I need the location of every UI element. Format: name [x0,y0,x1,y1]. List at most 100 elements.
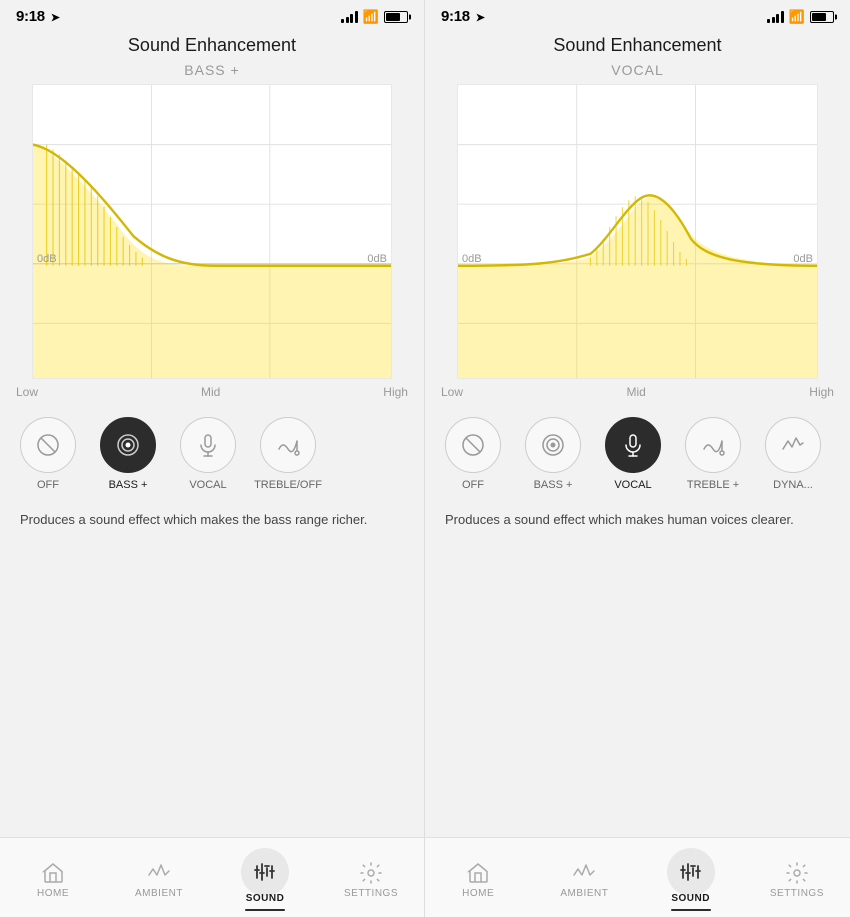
sound-icon-right [679,860,703,884]
bass-icon-circle-left [100,417,156,473]
status-icons-right: 📶 [767,9,834,25]
tab-sound-label-right: SOUND [671,893,710,904]
off-icon-circle-right [445,417,501,473]
sound-icon-left [253,860,277,884]
bass-label-left: BASS + [109,479,148,491]
treble-icon-right [699,431,727,459]
treble-label-right: TREBLE + [687,479,739,491]
signal-right [767,11,784,23]
time-right: 9:18 ➤ [441,8,485,25]
tab-ambient-right[interactable]: AMBIENT [544,859,624,901]
wifi-left: 📶 [363,9,379,25]
chart-left: 0dB 0dB [32,84,392,379]
page-title-right: Sound Enhancement [425,29,850,60]
bass-button-right[interactable]: BASS + [513,417,593,491]
bass-icon-circle-right [525,417,581,473]
chart-right: 0dB 0dB [457,84,818,379]
home-icon-right [466,861,490,885]
vocal-button-left[interactable]: VOCAL [168,417,248,491]
treble-button-right[interactable]: TREBLE + [673,417,753,491]
status-bar-right: 9:18 ➤ 📶 [425,0,850,29]
tab-active-indicator-left [245,909,285,911]
battery-left [384,11,408,23]
treble-label-left: TREBLE/OFF [254,479,322,491]
tab-home-right[interactable]: HOME [438,859,518,901]
tab-ambient-label-left: AMBIENT [135,888,183,899]
time-left: 9:18 ➤ [16,8,60,25]
status-icons-left: 📶 [341,9,408,25]
wifi-right: 📶 [789,9,805,25]
treble-button-left[interactable]: TREBLE/OFF [248,417,328,491]
dynamic-label-right: DYNA... [773,479,813,491]
high-label-right: High [809,385,834,399]
tab-ambient-left[interactable]: AMBIENT [119,859,199,901]
mid-label-right: Mid [626,385,645,399]
off-button-right[interactable]: OFF [433,417,513,491]
bass-button-left[interactable]: BASS + [88,417,168,491]
mode-label-left: BASS + [0,60,424,84]
description-right: Produces a sound effect which makes huma… [425,495,850,837]
treble-icon-circle-left [260,417,316,473]
icons-row-right: OFF BASS + VOCAL [425,399,850,495]
tab-sound-left[interactable]: SOUND [225,846,305,913]
freq-labels-right: Low Mid High [425,379,850,399]
off-label-right: OFF [462,479,484,491]
signal-left [341,11,358,23]
vocal-button-right[interactable]: VOCAL [593,417,673,491]
tab-home-left[interactable]: HOME [13,859,93,901]
chart-wrapper-left: 0dB 0dB [16,84,408,379]
tab-sound-circle-right [667,848,715,896]
tab-bar-left: HOME AMBIENT SOUND [0,837,424,917]
dynamic-icon-right [779,431,807,459]
battery-right [810,11,834,23]
bass-icon-right [539,431,567,459]
chart-svg-right [458,85,817,378]
icons-row-left: OFF BASS + VOCAL [0,399,424,495]
chart-wrapper-right: 0dB 0dB [441,84,834,379]
tab-sound-label-left: SOUND [246,893,285,904]
bass-label-right: BASS + [534,479,573,491]
tab-home-label-left: HOME [37,888,69,899]
bass-icon-left [114,431,142,459]
tab-settings-left[interactable]: SETTINGS [331,859,411,901]
vocal-icon-circle-right [605,417,661,473]
page-title-left: Sound Enhancement [0,29,424,60]
vocal-label-left: VOCAL [189,479,226,491]
dynamic-button-right[interactable]: DYNA... [753,417,833,491]
tab-bar-right: HOME AMBIENT SOUND [425,837,850,917]
left-panel: 9:18 ➤ 📶 Sound Enhancement BASS + [0,0,425,917]
treble-icon-circle-right [685,417,741,473]
0db-left-label: 0dB [37,253,57,265]
0db-right-label: 0dB [367,253,387,265]
vocal-icon-right [619,431,647,459]
0db-left-label-right: 0dB [462,253,482,265]
ambient-icon-right [572,861,596,885]
tab-settings-label-right: SETTINGS [770,888,824,899]
tab-home-label-right: HOME [462,888,494,899]
chart-svg-left [33,85,391,378]
tab-active-indicator-right [671,909,711,911]
right-panel: 9:18 ➤ 📶 Sound Enhancement VOCAL [425,0,850,917]
vocal-icon-circle-left [180,417,236,473]
tab-sound-circle-left [241,848,289,896]
settings-icon-right [785,861,809,885]
off-icon-left [34,431,62,459]
status-bar-left: 9:18 ➤ 📶 [0,0,424,29]
ambient-icon-left [147,861,171,885]
treble-icon-left [274,431,302,459]
0db-right-label-right: 0dB [793,253,813,265]
low-label-left: Low [16,385,38,399]
off-icon-right [459,431,487,459]
tab-sound-right[interactable]: SOUND [651,846,731,913]
vocal-icon-left [194,431,222,459]
off-button-left[interactable]: OFF [8,417,88,491]
tab-settings-right[interactable]: SETTINGS [757,859,837,901]
dynamic-icon-circle-right [765,417,821,473]
mode-label-right: VOCAL [425,60,850,84]
tab-settings-label-left: SETTINGS [344,888,398,899]
tab-ambient-label-right: AMBIENT [560,888,608,899]
vocal-label-right: VOCAL [614,479,651,491]
settings-icon-left [359,861,383,885]
high-label-left: High [383,385,408,399]
off-icon-circle-left [20,417,76,473]
